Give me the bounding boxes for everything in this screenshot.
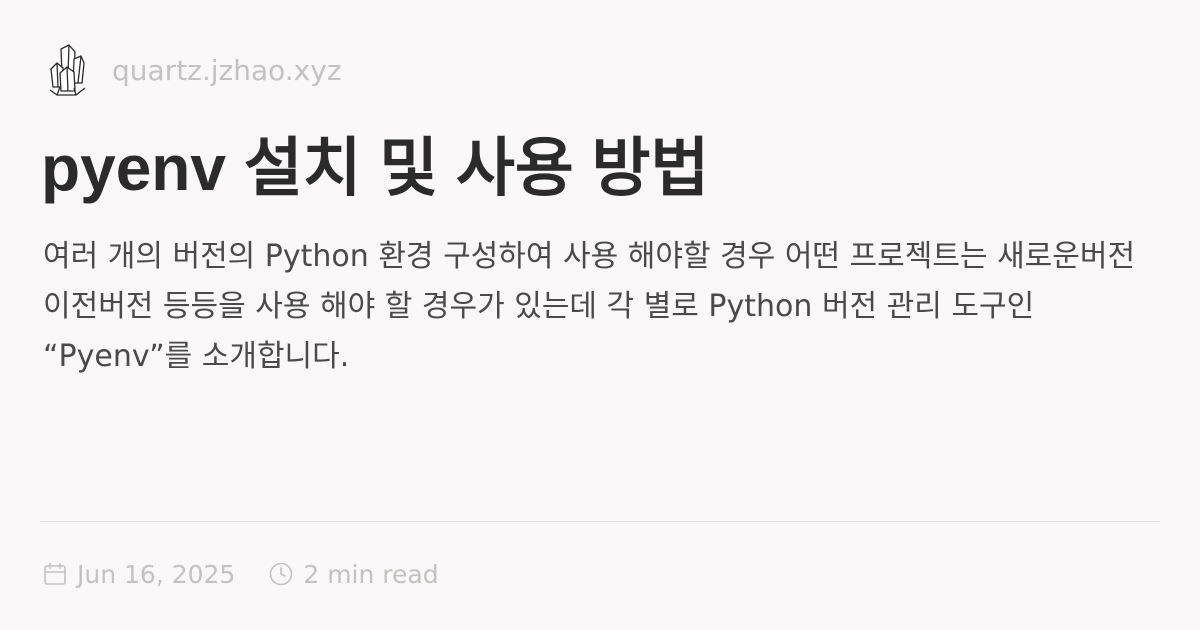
clock-icon [270, 562, 293, 586]
reading-time: 2 min read [268, 559, 439, 589]
og-card: quartz.jzhao.xyz pyenv 설치 및 사용 방법 여러 개의 … [0, 0, 1200, 630]
divider [40, 521, 1160, 522]
reading-time-text: 2 min read [303, 559, 439, 589]
page-title: pyenv 설치 및 사용 방법 [41, 132, 710, 204]
site-domain: quartz.jzhao.xyz [112, 53, 342, 87]
publish-date-text: Jun 16, 2025 [77, 559, 236, 589]
publish-date: Jun 16, 2025 [42, 560, 235, 589]
article-meta: Jun 16, 2025 2 min read [42, 552, 439, 596]
page-description: 여러 개의 버전의 Python 환경 구성하여 사용 해야할 경우 어떤 프로… [43, 239, 1136, 374]
calendar-icon [44, 562, 66, 585]
site-header: quartz.jzhao.xyz [47, 42, 342, 98]
crystal-logo-icon [49, 44, 86, 96]
